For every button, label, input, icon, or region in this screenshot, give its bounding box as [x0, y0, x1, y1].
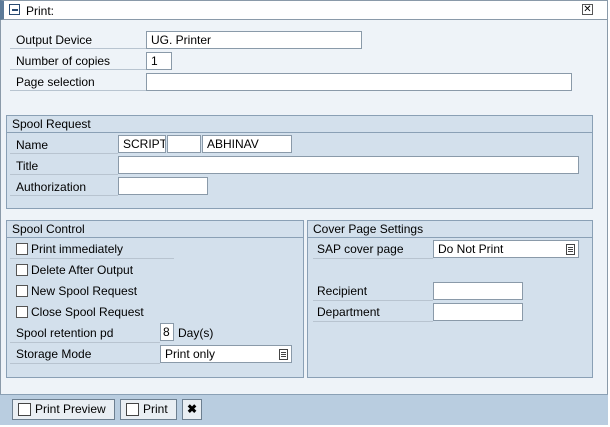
output-device-input[interactable]: UG. Printer — [146, 31, 362, 49]
delete-after-output-label: Delete After Output — [31, 263, 134, 277]
spool-request-title: Spool Request — [7, 116, 104, 132]
sap-cover-page-select[interactable]: Do Not Print — [433, 240, 579, 258]
spool-name-part2-input[interactable] — [167, 135, 201, 153]
dialog-titlebar: Print: ✕ — [0, 0, 608, 20]
sap-cover-page-label: SAP cover page — [317, 242, 404, 256]
recipient-input[interactable] — [433, 282, 523, 300]
dropdown-list-icon[interactable] — [566, 244, 575, 255]
number-of-copies-label: Number of copies — [16, 54, 111, 68]
spool-control-title: Spool Control — [7, 221, 98, 237]
spool-title-label: Title — [16, 159, 39, 173]
cancel-button[interactable]: ✖ — [182, 399, 202, 420]
spool-name-part3-input[interactable]: ABHINAV — [202, 135, 292, 153]
print-button[interactable]: Print — [120, 399, 177, 420]
print-label: Print — [143, 402, 168, 416]
number-of-copies-input[interactable]: 1 — [146, 52, 172, 70]
spool-name-part1-input[interactable]: SCRIPT — [118, 135, 166, 153]
spool-name-label: Name — [16, 138, 49, 152]
print-preview-button[interactable]: Print Preview — [12, 399, 115, 420]
department-input[interactable] — [433, 303, 523, 321]
spool-retention-input[interactable]: 8 — [160, 323, 174, 341]
dialog-title: Print: — [26, 4, 55, 18]
storage-mode-label: Storage Mode — [16, 347, 92, 361]
storage-mode-select[interactable]: Print only — [160, 345, 292, 363]
printer-icon — [126, 403, 139, 416]
cancel-x-icon: ✖ — [186, 402, 198, 416]
output-device-label: Output Device — [16, 33, 93, 47]
dialog-footer: Print Preview Print ✖ — [0, 394, 608, 425]
print-dialog-icon — [9, 4, 20, 15]
authorization-input[interactable] — [118, 177, 208, 195]
sap-cover-page-value: Do Not Print — [438, 242, 504, 256]
spool-retention-label: Spool retention pd — [16, 326, 114, 340]
department-label: Department — [317, 305, 380, 319]
retention-unit-label: Day(s) — [178, 326, 214, 340]
storage-mode-value: Print only — [165, 347, 216, 361]
close-spool-request-label: Close Spool Request — [31, 305, 144, 319]
authorization-label: Authorization — [16, 180, 87, 194]
print-preview-label: Print Preview — [35, 402, 106, 416]
page-selection-input[interactable] — [146, 73, 572, 91]
cover-page-title: Cover Page Settings — [308, 221, 443, 237]
print-preview-icon — [18, 403, 31, 416]
close-icon[interactable]: ✕ — [582, 4, 593, 15]
new-spool-request-label: New Spool Request — [31, 284, 138, 298]
recipient-label: Recipient — [317, 284, 368, 298]
spool-title-input[interactable] — [118, 156, 579, 174]
page-selection-label: Page selection — [16, 75, 95, 89]
print-immediately-label: Print immediately — [31, 242, 124, 256]
dropdown-list-icon[interactable] — [279, 349, 288, 360]
